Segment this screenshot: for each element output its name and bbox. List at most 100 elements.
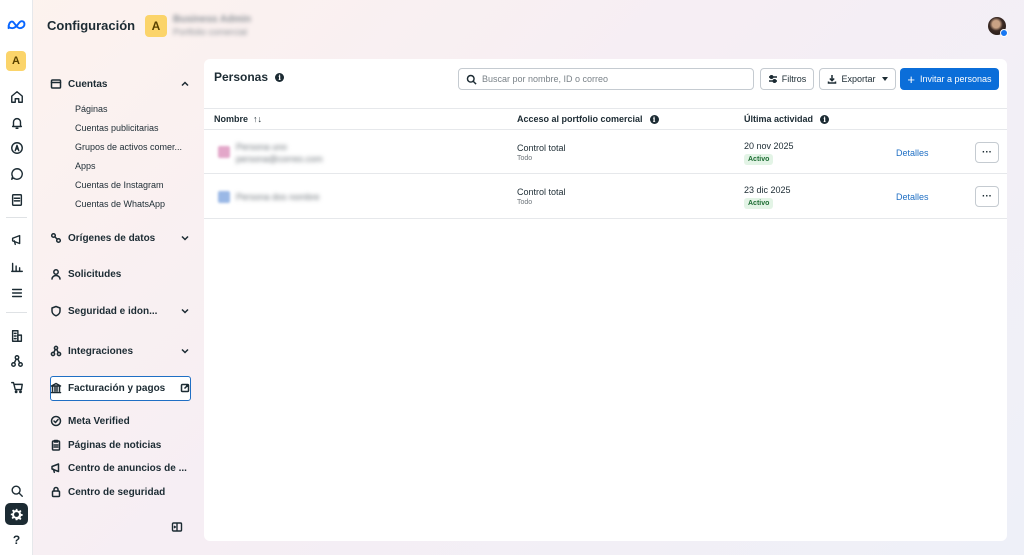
last-activity-date: 23 dic 2025 bbox=[744, 185, 791, 195]
table-header: Nombre ↑↓ Acceso al portfolio comercial … bbox=[204, 108, 1007, 130]
sidebar-item-label: Páginas de noticias bbox=[68, 439, 162, 451]
last-activity-date: 20 nov 2025 bbox=[744, 141, 794, 151]
page-title: Configuración bbox=[47, 18, 136, 33]
download-icon bbox=[828, 75, 837, 84]
export-label: Exportar bbox=[841, 74, 876, 84]
sidebar-item-facturacion[interactable]: Facturación y pagos bbox=[50, 377, 190, 399]
sidebar-item-origenes[interactable]: Orígenes de datos bbox=[50, 227, 190, 249]
user-avatar bbox=[218, 146, 230, 158]
search-icon[interactable] bbox=[6, 480, 27, 501]
verified-icon bbox=[50, 415, 62, 427]
external-link-icon bbox=[180, 383, 190, 393]
table-row[interactable]: Persona dos nombre Control total Todo 23… bbox=[204, 175, 1007, 219]
column-access: Acceso al portfolio comercial i bbox=[517, 114, 659, 124]
integrations-icon[interactable] bbox=[6, 350, 27, 371]
person-email: persona@correo.com bbox=[236, 154, 323, 164]
left-rail: A ? bbox=[0, 0, 33, 555]
integrations-icon bbox=[50, 345, 62, 357]
search-icon bbox=[466, 74, 477, 85]
column-name[interactable]: Nombre ↑↓ bbox=[214, 114, 262, 124]
user-avatar bbox=[218, 191, 230, 203]
help-icon[interactable]: ? bbox=[6, 531, 27, 549]
column-activity-label: Última actividad bbox=[744, 114, 814, 124]
invite-people-button[interactable]: + Invitar a personas bbox=[900, 68, 999, 90]
access-level: Control total bbox=[517, 187, 566, 197]
sidebar-item-centro-seguridad[interactable]: Centro de seguridad bbox=[50, 481, 190, 503]
sidebar-subitem-grupos-activos[interactable]: Grupos de activos comer... bbox=[75, 142, 195, 152]
building-icon[interactable] bbox=[6, 325, 27, 346]
info-icon[interactable]: i bbox=[649, 114, 659, 124]
settings-sidebar: Cuentas Páginas Cuentas publicitarias Gr… bbox=[40, 60, 200, 545]
details-link[interactable]: Detalles bbox=[896, 148, 929, 158]
sidebar-item-label: Seguridad e idon... bbox=[68, 305, 158, 317]
business-subtitle: Portfolio comercial bbox=[173, 27, 248, 37]
meta-logo-icon[interactable] bbox=[6, 14, 27, 35]
details-link[interactable]: Detalles bbox=[896, 192, 929, 202]
bell-icon[interactable] bbox=[6, 112, 27, 133]
filters-label: Filtros bbox=[781, 74, 807, 84]
status-badge: Activo bbox=[744, 154, 774, 165]
sidebar-subitem-cuentas-publicitarias[interactable]: Cuentas publicitarias bbox=[75, 123, 195, 133]
panel-title: Personas i bbox=[214, 70, 285, 84]
sidebar-item-solicitudes[interactable]: Solicitudes bbox=[50, 263, 190, 285]
table-row[interactable]: Persona uno persona@correo.com Control t… bbox=[204, 130, 1007, 174]
sidebar-subitem-instagram[interactable]: Cuentas de Instagram bbox=[75, 180, 195, 190]
filters-button[interactable]: Filtros bbox=[760, 68, 814, 90]
business-name[interactable]: Business Admin bbox=[173, 14, 251, 25]
info-icon[interactable]: i bbox=[820, 114, 830, 124]
sidebar-item-label: Cuentas bbox=[68, 78, 108, 90]
plus-icon: + bbox=[907, 71, 916, 87]
sidebar-item-label: Centro de anuncios de ... bbox=[68, 462, 187, 474]
more-options-button[interactable]: ··· bbox=[975, 142, 999, 163]
facebook-badge-icon bbox=[1000, 29, 1008, 37]
person-icon bbox=[50, 268, 62, 280]
insights-icon[interactable] bbox=[6, 256, 27, 277]
lock-icon bbox=[50, 486, 62, 498]
content-icon[interactable] bbox=[6, 189, 27, 210]
collapse-sidebar-icon[interactable] bbox=[171, 521, 183, 533]
sort-icon[interactable]: ↑↓ bbox=[253, 114, 262, 124]
access-level: Control total bbox=[517, 143, 566, 153]
access-scope: Todo bbox=[517, 155, 533, 162]
ads-icon[interactable] bbox=[6, 137, 27, 158]
sidebar-item-seguridad[interactable]: Seguridad e idon... bbox=[50, 300, 190, 322]
data-sources-icon bbox=[50, 232, 62, 244]
chevron-up-icon bbox=[180, 79, 190, 89]
sidebar-item-label: Integraciones bbox=[68, 345, 134, 357]
sidebar-subitem-paginas[interactable]: Páginas bbox=[75, 104, 195, 114]
sidebar-subitem-apps[interactable]: Apps bbox=[75, 161, 195, 171]
person-name: Persona uno bbox=[236, 142, 288, 152]
search-input[interactable] bbox=[482, 74, 742, 84]
sidebar-item-centro-anuncios[interactable]: Centro de anuncios de ... bbox=[50, 457, 190, 479]
home-icon[interactable] bbox=[6, 86, 27, 107]
more-options-button[interactable]: ··· bbox=[975, 186, 999, 207]
search-field[interactable] bbox=[458, 68, 754, 90]
column-name-label: Nombre bbox=[214, 114, 249, 124]
clipboard-icon bbox=[50, 439, 62, 451]
menu-icon[interactable] bbox=[6, 282, 27, 303]
people-panel: Personas i Filtros Exportar + Invitar a … bbox=[204, 59, 1007, 541]
cart-icon[interactable] bbox=[6, 376, 27, 397]
account-avatar[interactable]: A bbox=[6, 51, 26, 71]
chat-icon[interactable] bbox=[6, 163, 27, 184]
settings-gear-icon[interactable] bbox=[5, 503, 28, 525]
business-avatar[interactable]: A bbox=[145, 15, 167, 37]
sidebar-item-meta-verified[interactable]: Meta Verified bbox=[50, 410, 190, 432]
column-activity: Última actividad i bbox=[744, 114, 830, 124]
info-icon[interactable]: i bbox=[275, 72, 285, 82]
person-name: Persona dos nombre bbox=[236, 192, 320, 202]
rail-divider bbox=[6, 217, 27, 218]
column-access-label: Acceso al portfolio comercial bbox=[517, 114, 643, 124]
export-button[interactable]: Exportar bbox=[819, 68, 896, 90]
user-avatar[interactable] bbox=[988, 17, 1008, 37]
sidebar-subitem-whatsapp[interactable]: Cuentas de WhatsApp bbox=[75, 199, 195, 209]
caret-down-icon bbox=[881, 77, 888, 81]
sidebar-item-integraciones[interactable]: Integraciones bbox=[50, 340, 190, 362]
megaphone-icon[interactable] bbox=[6, 229, 27, 250]
sidebar-item-label: Facturación y pagos bbox=[68, 382, 166, 394]
shield-icon bbox=[50, 305, 62, 317]
sidebar-item-paginas-noticias[interactable]: Páginas de noticias bbox=[50, 434, 190, 456]
status-badge: Activo bbox=[744, 198, 774, 209]
sidebar-item-label: Meta Verified bbox=[68, 415, 130, 427]
sidebar-item-cuentas[interactable]: Cuentas bbox=[50, 73, 190, 95]
